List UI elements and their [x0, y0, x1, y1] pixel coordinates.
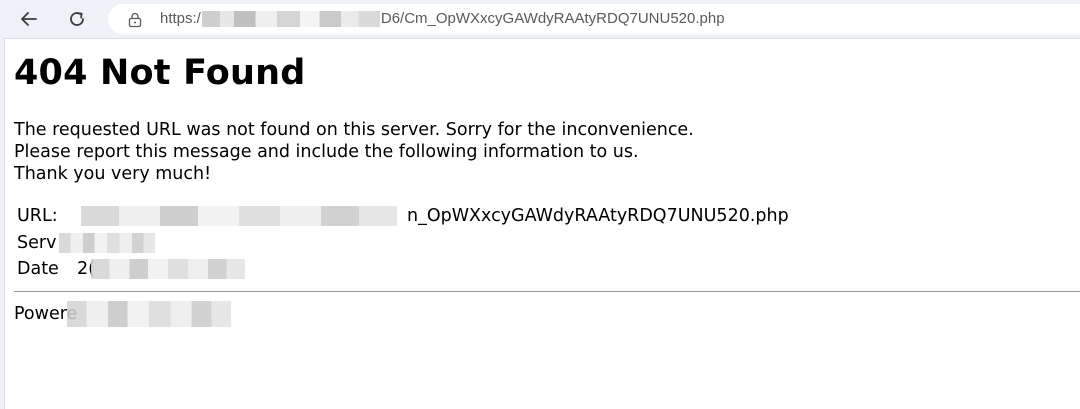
- url-prefix: https:/: [160, 10, 201, 27]
- error-message: The requested URL was not found on this …: [14, 119, 694, 185]
- address-bar[interactable]: https:/ D6/Cm_OpWXxcyGAWdyRAAtyRDQ7UNU52…: [108, 4, 1080, 34]
- info-server-row: Serv: [17, 232, 56, 254]
- page-title: 404 Not Found: [14, 53, 306, 93]
- redacted-powered-block: [67, 301, 231, 327]
- redacted-server-block: [59, 233, 155, 253]
- browser-toolbar: https:/ D6/Cm_OpWXxcyGAWdyRAAtyRDQ7UNU52…: [0, 0, 1080, 38]
- info-url-label: URL:: [17, 206, 58, 226]
- redacted-date-block: [91, 259, 245, 279]
- info-date-row: Date 2(: [17, 258, 95, 280]
- page-content: 404 Not Found The requested URL was not …: [4, 38, 1080, 409]
- reload-icon: [70, 12, 84, 26]
- url-redacted-block: [201, 11, 380, 27]
- message-line-3: Thank you very much!: [14, 164, 212, 184]
- message-line-1: The requested URL was not found on this …: [14, 120, 694, 140]
- info-server-label: Serv: [17, 233, 57, 253]
- reload-button[interactable]: [62, 4, 92, 34]
- arrow-left-icon: [21, 12, 37, 26]
- redacted-url-block: [81, 206, 397, 226]
- message-line-2: Please report this message and include t…: [14, 142, 639, 162]
- lock-icon[interactable]: [127, 12, 143, 28]
- url-suffix: D6/Cm_OpWXxcyGAWdyRAAtyRDQ7UNU520.php: [380, 10, 725, 27]
- info-url-row: URL: n_OpWXxcyGAWdyRAAtyRDQ7UNU520.php: [17, 205, 789, 227]
- back-button[interactable]: [14, 4, 44, 34]
- info-date-label: Date: [17, 259, 59, 279]
- info-url-value: n_OpWXxcyGAWdyRAAtyRDQ7UNU520.php: [407, 206, 789, 226]
- divider: [14, 291, 1080, 292]
- url-text[interactable]: https:/ D6/Cm_OpWXxcyGAWdyRAAtyRDQ7UNU52…: [160, 4, 725, 34]
